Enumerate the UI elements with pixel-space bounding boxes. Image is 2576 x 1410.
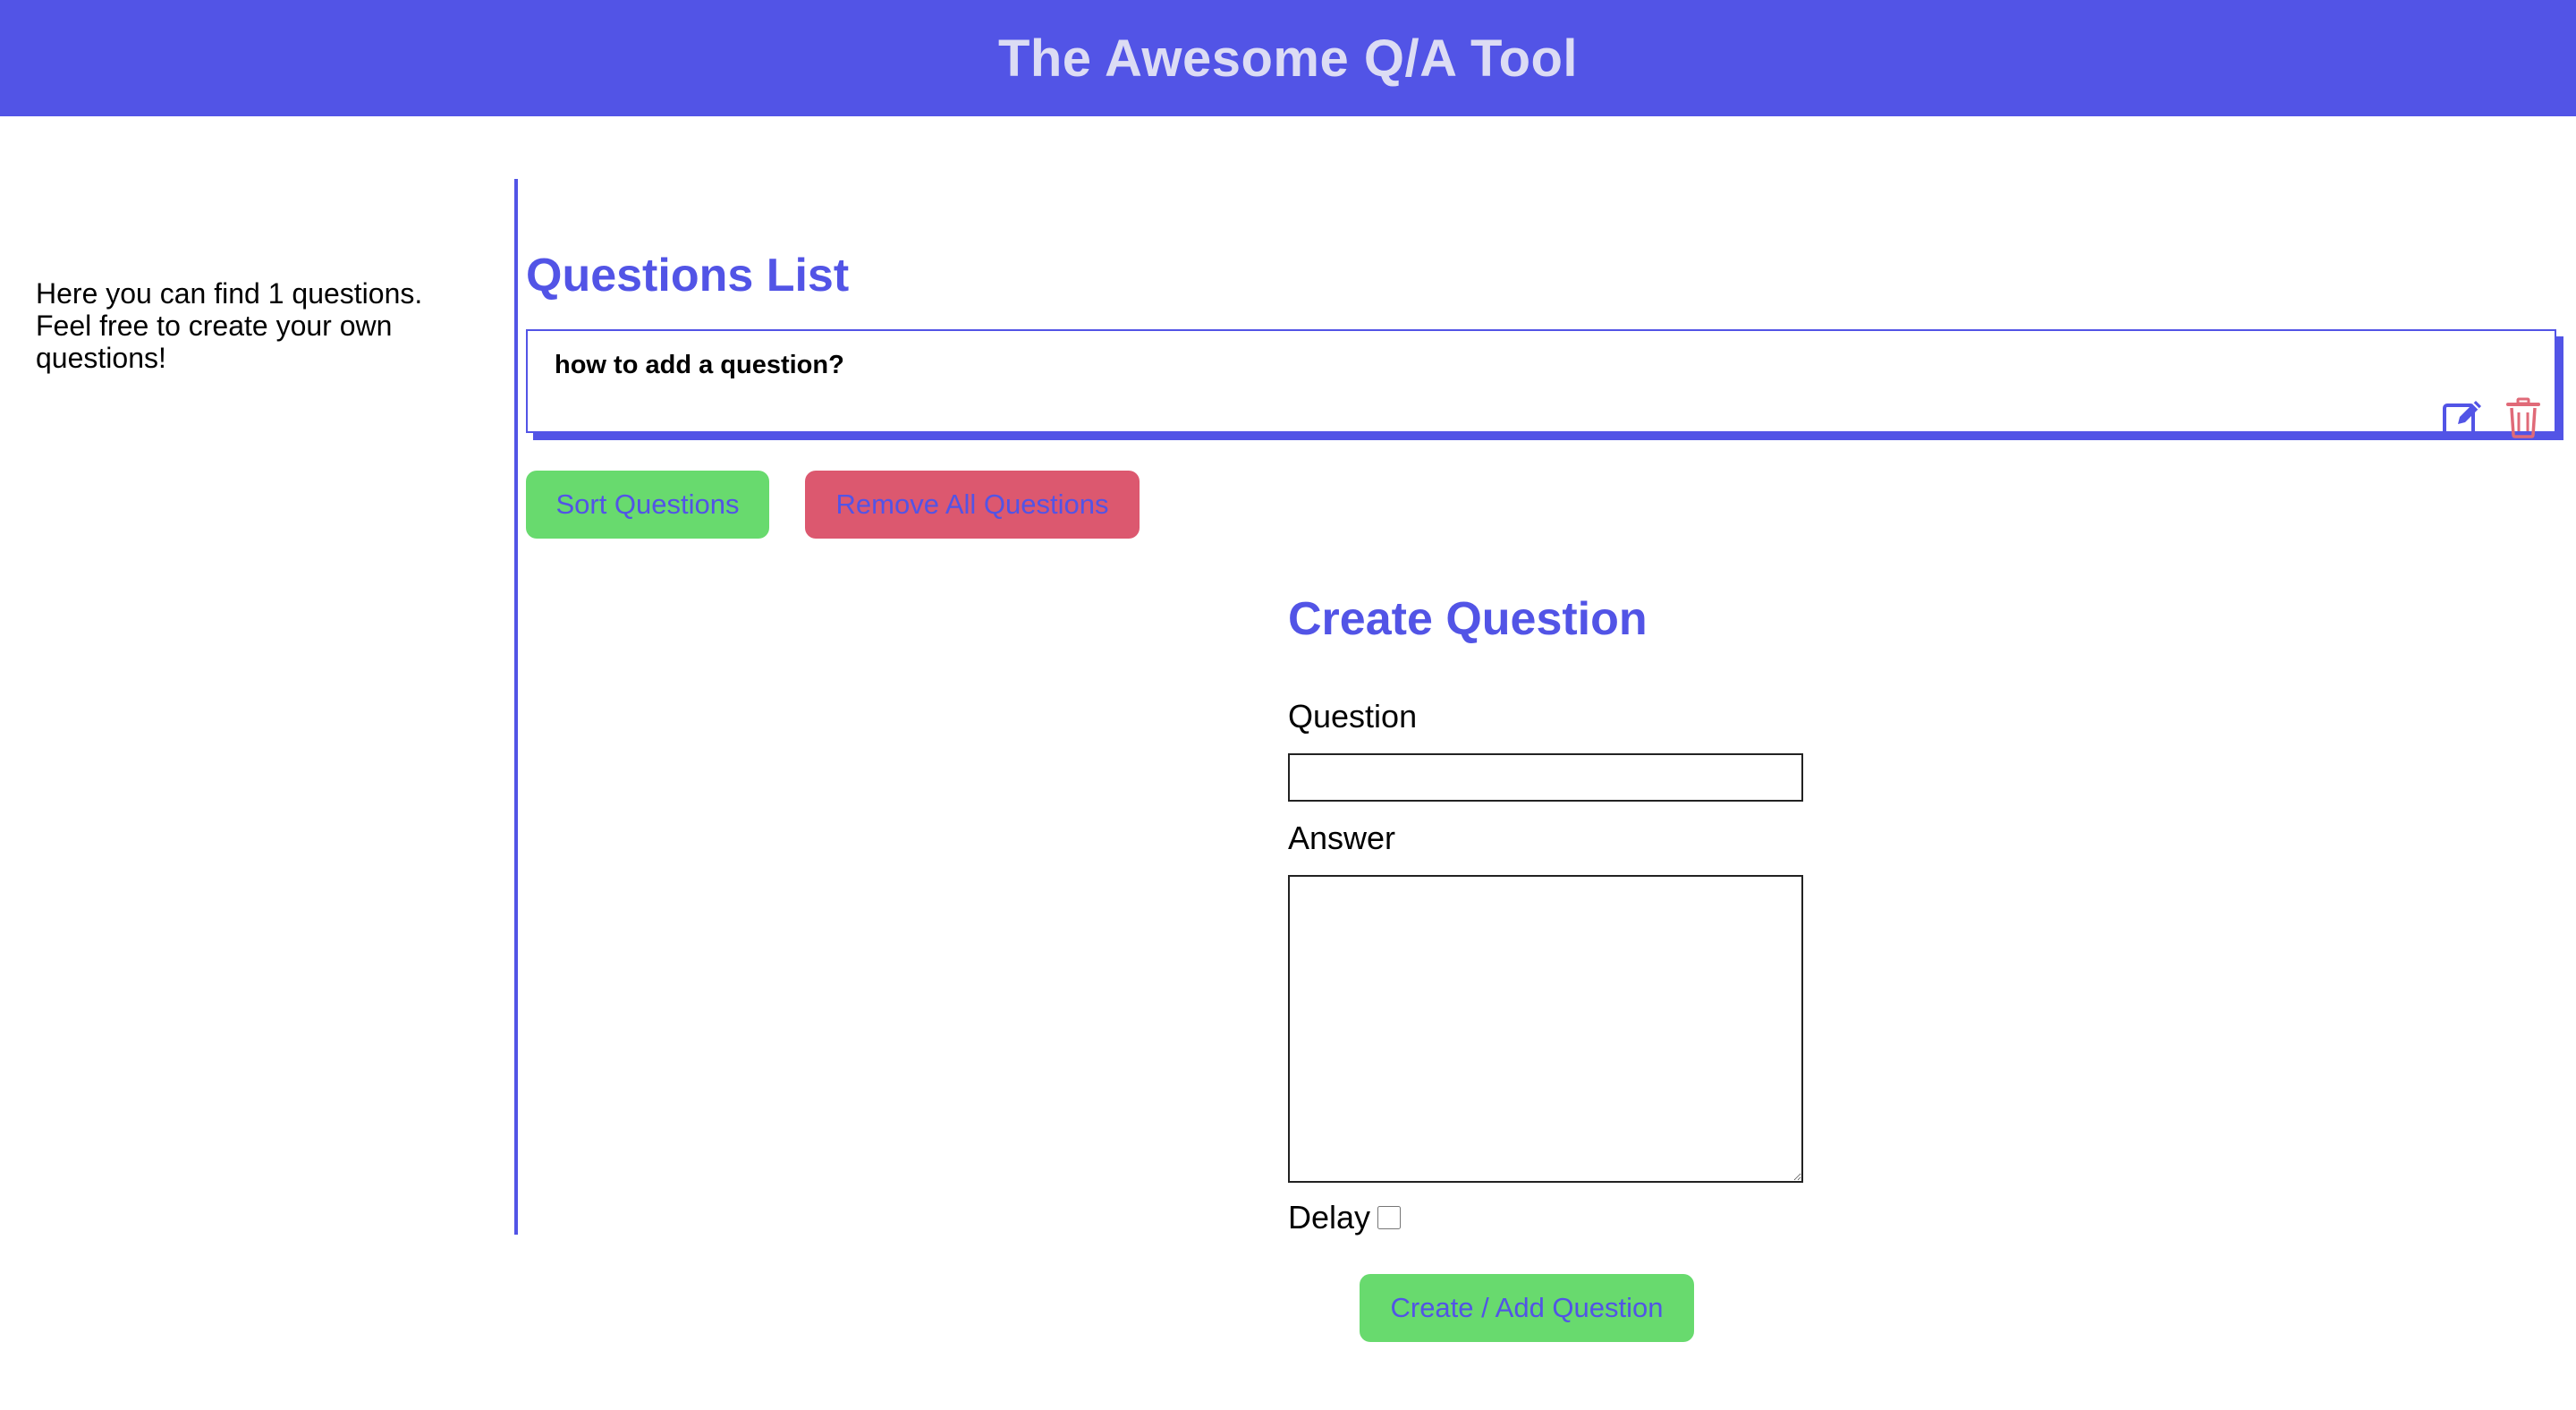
answer-label: Answer	[1288, 820, 1396, 856]
question-text[interactable]: how to add a question?	[555, 351, 844, 380]
delete-question-button[interactable]	[2501, 395, 2546, 440]
trash-icon	[2506, 397, 2540, 438]
question-card[interactable]: how to add a question?	[526, 329, 2556, 438]
delay-checkbox[interactable]	[1377, 1206, 1402, 1229]
remove-all-questions-button[interactable]: Remove All Questions	[805, 471, 1140, 539]
sidebar-info-text: Here you can find 1 questions. Feel free…	[36, 277, 423, 374]
sort-questions-button[interactable]: Sort Questions	[526, 471, 769, 539]
edit-icon	[2443, 401, 2481, 436]
delay-row: Delay	[1288, 1199, 1402, 1236]
questions-list-title: Questions List	[526, 250, 850, 302]
delay-label: Delay	[1288, 1199, 1371, 1236]
question-label: Question	[1288, 698, 1418, 735]
question-input[interactable]	[1288, 753, 1803, 802]
page: The Awesome Q/A Tool Here you can find 1…	[0, 0, 2576, 1410]
answer-textarea[interactable]	[1288, 875, 1803, 1183]
app-header: The Awesome Q/A Tool	[0, 0, 2576, 116]
create-question-button[interactable]: Create / Add Question	[1360, 1274, 1694, 1342]
app-title: The Awesome Q/A Tool	[997, 29, 1579, 88]
vertical-divider	[514, 179, 518, 1235]
edit-question-button[interactable]	[2440, 395, 2485, 440]
create-question-title: Create Question	[1288, 593, 1648, 645]
